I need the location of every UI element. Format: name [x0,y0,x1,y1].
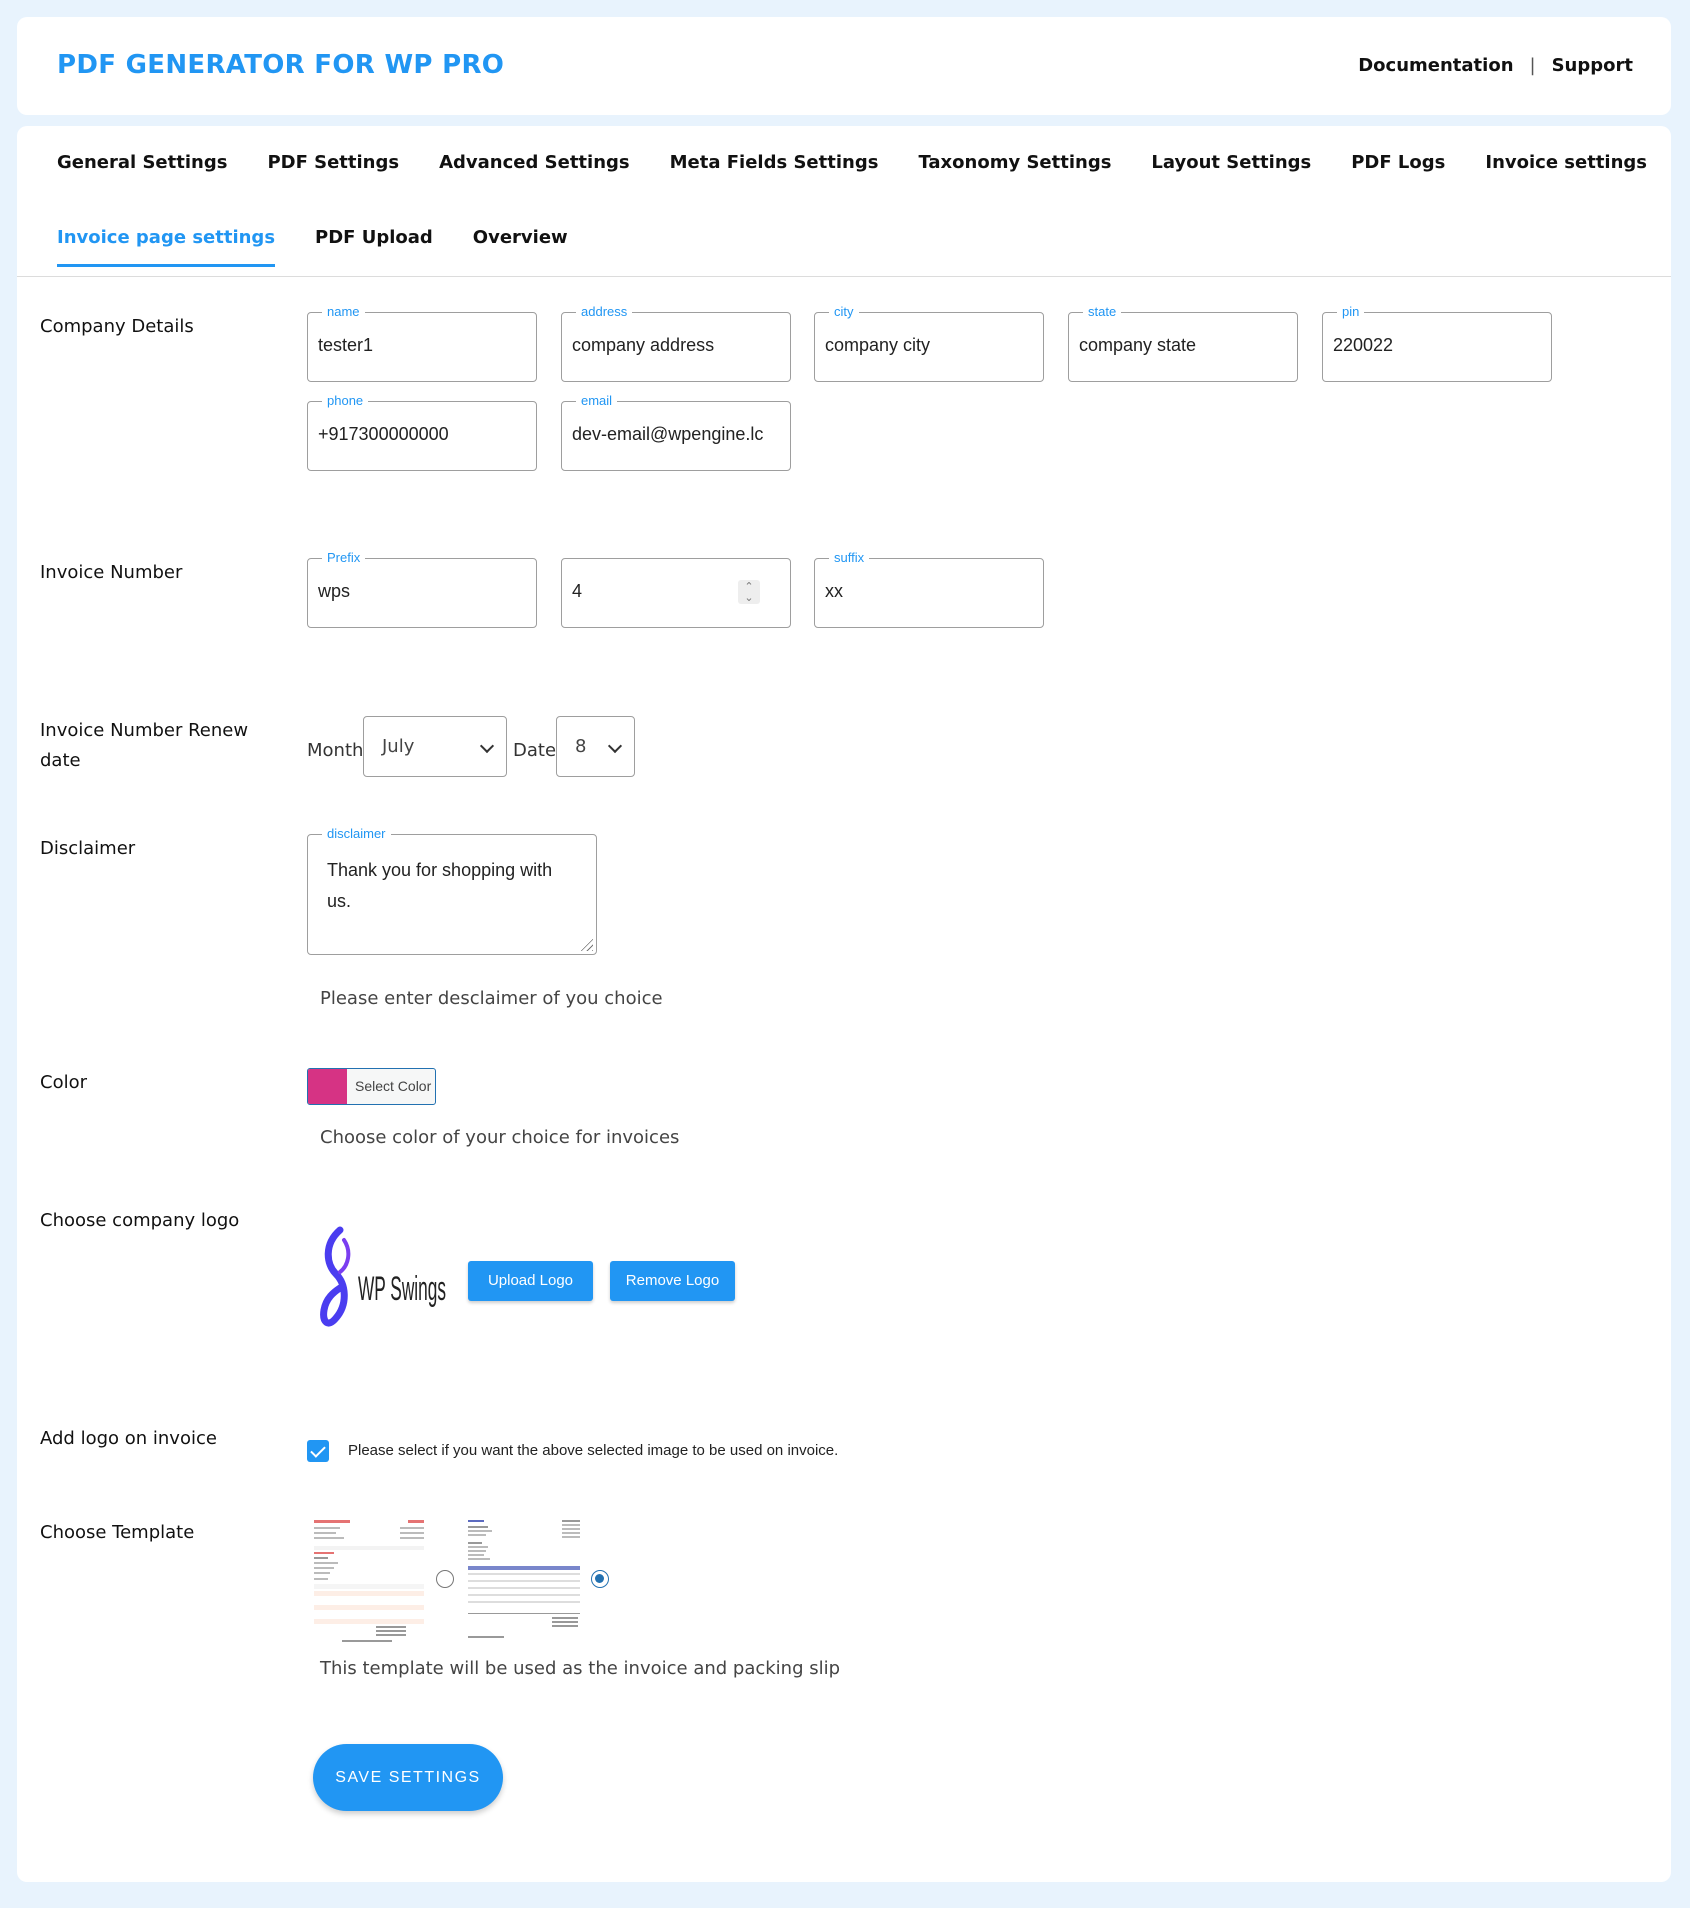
disclaimer-textarea[interactable]: disclaimer Thank you for shopping with u… [307,826,597,955]
tab-advanced-settings[interactable]: Advanced Settings [439,152,630,173]
color-picker-button[interactable]: Select Color [307,1068,436,1105]
upload-logo-button[interactable]: Upload Logo [468,1261,593,1301]
field-legend: address [576,304,633,320]
company-phone-field[interactable]: phone +917300000000 [307,393,537,471]
field-value: xx [825,581,843,601]
renew-date-label: Invoice Number Renew date [40,720,249,771]
tab-overview[interactable]: Overview [473,227,568,248]
tab-meta-fields-settings[interactable]: Meta Fields Settings [670,152,879,173]
template-one-thumbnail[interactable] [312,1518,428,1644]
tab-pdf-settings[interactable]: PDF Settings [267,152,399,173]
field-legend: pin [1337,304,1365,320]
disclaimer-label: Disclaimer [40,838,136,859]
company-name-field[interactable]: name tester1 [307,304,537,382]
field-legend: suffix [829,550,870,566]
header-card: PDF GENERATOR FOR WP PRO Documentation |… [17,17,1671,115]
field-legend: disclaimer [322,826,391,842]
month-label: Month [307,740,364,761]
field-value: tester1 [318,335,374,355]
date-select[interactable]: 8 [556,716,635,777]
template-two-thumbnail[interactable] [466,1518,582,1644]
invoice-number-stepper[interactable]: 4 ⌃ ⌄ [561,558,791,628]
company-state-field[interactable]: state company state [1068,304,1298,382]
remove-logo-button[interactable]: Remove Logo [610,1261,735,1301]
add-logo-label: Add logo on invoice [40,1428,217,1449]
template-two-radio[interactable] [591,1570,609,1588]
company-city-field[interactable]: city company city [814,304,1044,382]
color-label: Color [40,1072,87,1093]
tab-taxonomy-settings[interactable]: Taxonomy Settings [918,152,1111,173]
field-value: 220022 [1333,335,1394,355]
logo-text: WP Swings [358,1270,446,1308]
invoice-suffix-field[interactable]: suffix xx [814,550,1044,628]
invoice-number-label: Invoice Number [40,562,183,583]
add-logo-checkbox[interactable] [307,1440,329,1462]
company-pin-field[interactable]: pin 220022 [1322,304,1552,382]
company-logo: WP Swings [320,1226,446,1327]
field-value: +917300000000 [318,424,449,444]
color-help: Choose color of your choice for invoices [320,1127,680,1148]
company-address-field[interactable]: address company address [561,304,791,382]
stepper-arrows-icon[interactable]: ⌃ ⌄ [738,580,760,604]
resize-handle-icon[interactable] [579,937,593,951]
tab-layout-settings[interactable]: Layout Settings [1151,152,1311,173]
nav-tabs-secondary: Invoice page settings PDF Upload Overvie… [57,227,568,267]
company-logo-label: Choose company logo [40,1210,240,1231]
date-label: Date [513,740,557,761]
textarea-value: Thank you for shopping with us. [327,860,553,911]
chevron-down-icon [479,738,495,754]
brand-title: PDF GENERATOR FOR WP PRO [57,50,505,80]
tab-invoice-settings[interactable]: Invoice settings [1485,152,1647,173]
field-value: wps [318,581,351,601]
field-value: company address [572,335,715,355]
save-settings-button[interactable]: SAVE SETTINGS [313,1744,503,1811]
documentation-link[interactable]: Documentation [1358,55,1513,76]
template-help: This template will be used as the invoic… [320,1658,841,1679]
field-legend: city [829,304,859,320]
header-separator: | [1529,55,1536,76]
field-legend: name [322,304,365,320]
month-select[interactable]: July [363,716,507,777]
field-legend: Prefix [322,550,366,566]
color-swatch [308,1069,347,1104]
select-value: 8 [575,736,587,757]
field-value: company state [1079,335,1197,355]
settings-card: General Settings PDF Settings Advanced S… [17,126,1671,1882]
company-details-label: Company Details [40,316,194,337]
tab-general-settings[interactable]: General Settings [57,152,227,173]
tab-pdf-logs[interactable]: PDF Logs [1351,152,1445,173]
template-one-radio[interactable] [436,1570,454,1588]
chevron-down-icon [607,738,623,754]
select-value: July [382,736,415,757]
field-value: dev-email@wpengine.lc [572,424,764,444]
tab-pdf-upload[interactable]: PDF Upload [315,227,433,248]
tab-invoice-page-settings[interactable]: Invoice page settings [57,227,276,267]
nav-divider [17,276,1671,277]
header-links: Documentation | Support [1358,55,1633,76]
field-value: company city [825,335,931,355]
nav-tabs-primary: General Settings PDF Settings Advanced S… [57,152,1647,173]
select-color-label: Select Color [355,1078,432,1094]
disclaimer-help: Please enter desclaimer of you choice [320,988,663,1009]
field-legend: state [1083,304,1122,320]
invoice-prefix-field[interactable]: Prefix wps [307,550,537,628]
field-legend: phone [322,393,369,409]
support-link[interactable]: Support [1552,55,1633,76]
choose-template-label: Choose Template [40,1522,195,1543]
company-email-field[interactable]: email dev-email@wpengine.lc [561,393,791,471]
add-logo-checkbox-label: Please select if you want the above sele… [348,1442,839,1459]
field-legend: email [576,393,618,409]
